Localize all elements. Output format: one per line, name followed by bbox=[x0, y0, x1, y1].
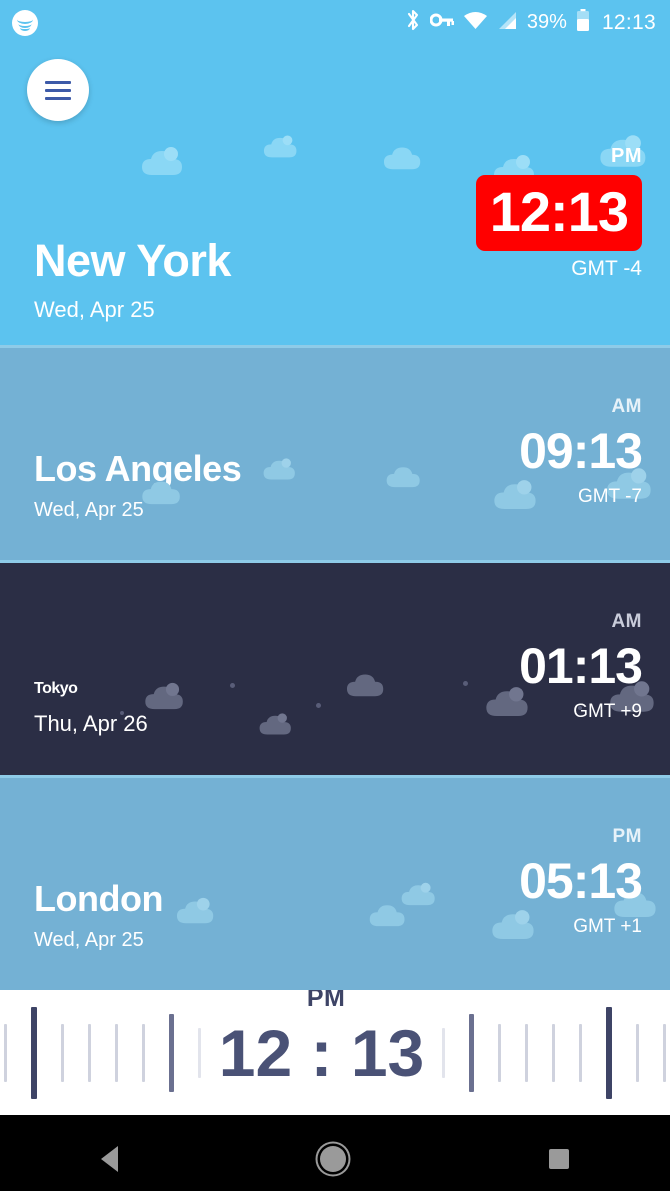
new-york-ampm: PM bbox=[611, 145, 642, 167]
cloud-icon bbox=[258, 711, 294, 741]
tokyo-ampm: AM bbox=[611, 611, 642, 632]
cloud-icon bbox=[143, 681, 187, 716]
ruler-tick bbox=[3, 1023, 7, 1082]
ruler-selected-time-block: PM 12 : 13 bbox=[213, 990, 430, 1090]
recents-square-icon[interactable] bbox=[548, 1148, 569, 1169]
ruler-tick bbox=[552, 1023, 556, 1082]
ruler-tick bbox=[60, 1023, 64, 1082]
ruler-tick bbox=[636, 1023, 640, 1082]
london-ampm: PM bbox=[612, 826, 642, 847]
cloud-icon bbox=[262, 456, 298, 486]
ruler-tick bbox=[197, 1027, 201, 1078]
city-card-new-york[interactable]: PM 12:13 GMT -4 New York Wed, Apr 25 bbox=[0, 45, 670, 345]
bluetooth-icon bbox=[406, 9, 421, 36]
home-circle-icon[interactable] bbox=[320, 1145, 347, 1172]
cloud-icon bbox=[345, 669, 387, 703]
hamburger-menu-button[interactable] bbox=[27, 59, 89, 121]
hamburger-line bbox=[45, 80, 71, 84]
cloud-icon bbox=[175, 896, 217, 930]
los-angeles-time-block: AM 09:13 GMT -7 bbox=[519, 396, 643, 508]
ruler-tick bbox=[141, 1023, 145, 1082]
battery-icon bbox=[576, 8, 590, 37]
hamburger-line bbox=[45, 88, 71, 92]
vpn-key-icon bbox=[429, 11, 454, 34]
ruler-tick-major bbox=[606, 1006, 613, 1099]
battery-percent-label: 39% bbox=[526, 11, 567, 33]
ruler-time: 12 : 13 bbox=[218, 1015, 425, 1090]
los-angeles-ampm: AM bbox=[611, 396, 642, 417]
ruler-tick-major bbox=[30, 1006, 37, 1099]
new-york-time-highlight[interactable]: 12:13 bbox=[475, 175, 642, 251]
london-time-block: PM 05:13 GMT +1 bbox=[519, 826, 643, 938]
cloud-icon bbox=[140, 476, 184, 511]
ruler-ticks-right[interactable] bbox=[430, 990, 670, 1115]
ruler-tick bbox=[442, 1027, 446, 1078]
city-list: PM 12:13 GMT -4 New York Wed, Apr 25 AM … bbox=[0, 45, 670, 990]
time-slider-ruler[interactable]: PM 12 : 13 bbox=[0, 990, 670, 1115]
hamburger-line bbox=[45, 96, 71, 100]
ruler-tick bbox=[87, 1023, 91, 1082]
los-angeles-time: 09:13 bbox=[519, 423, 643, 479]
app-root: 39% 12:13 PM 12:13 GMT -4 New York Wed, … bbox=[0, 0, 670, 1191]
back-triangle-icon[interactable] bbox=[101, 1145, 119, 1172]
ruler-tick bbox=[114, 1023, 118, 1082]
cloud-icon bbox=[382, 142, 424, 176]
star-icon bbox=[463, 681, 468, 686]
ruler-tick-major bbox=[469, 1013, 475, 1092]
tokyo-gmt: GMT +9 bbox=[573, 701, 642, 722]
ruler-tick-major bbox=[168, 1013, 174, 1092]
status-bar-left bbox=[12, 9, 38, 36]
london-gmt: GMT +1 bbox=[573, 916, 642, 937]
city-card-tokyo[interactable]: AM 01:13 GMT +9 Tokyo Thu, Apr 26 bbox=[0, 560, 670, 775]
cloud-icon bbox=[262, 133, 300, 164]
ruler-tick bbox=[525, 1023, 529, 1082]
star-icon bbox=[316, 703, 321, 708]
los-angeles-gmt: GMT -7 bbox=[577, 486, 642, 507]
cloud-icon bbox=[140, 145, 186, 182]
status-bar: 39% 12:13 bbox=[0, 0, 670, 45]
android-navigation-bar bbox=[0, 1126, 670, 1191]
ruler-tick bbox=[498, 1023, 502, 1082]
spotify-icon bbox=[12, 9, 38, 36]
new-york-gmt: GMT -4 bbox=[571, 257, 642, 280]
ruler-ampm: PM bbox=[306, 990, 346, 1012]
ruler-tick bbox=[663, 1023, 667, 1082]
london-time: 05:13 bbox=[519, 853, 643, 909]
new-york-time: 12:13 bbox=[489, 180, 629, 243]
tokyo-time-block: AM 01:13 GMT +9 bbox=[519, 611, 643, 723]
status-bar-clock: 12:13 bbox=[601, 10, 656, 34]
status-bar-right: 39% 12:13 bbox=[406, 8, 656, 37]
city-card-los-angeles[interactable]: AM 09:13 GMT -7 Los Angeles Wed, Apr 25 bbox=[0, 345, 670, 560]
wifi-icon bbox=[463, 11, 488, 35]
ruler-tick bbox=[579, 1023, 583, 1082]
new-york-time-block: PM 12:13 GMT -4 bbox=[475, 145, 642, 281]
tokyo-time: 01:13 bbox=[519, 638, 643, 694]
new-york-date: Wed, Apr 25 bbox=[34, 297, 155, 322]
ruler-ticks-left[interactable] bbox=[0, 990, 213, 1115]
star-icon bbox=[120, 711, 124, 715]
cloud-icon bbox=[385, 462, 423, 494]
cloud-icon bbox=[400, 880, 438, 912]
cellular-signal-icon bbox=[497, 11, 518, 35]
city-card-london[interactable]: PM 05:13 GMT +1 London Wed, Apr 25 bbox=[0, 775, 670, 990]
star-icon bbox=[230, 683, 235, 688]
